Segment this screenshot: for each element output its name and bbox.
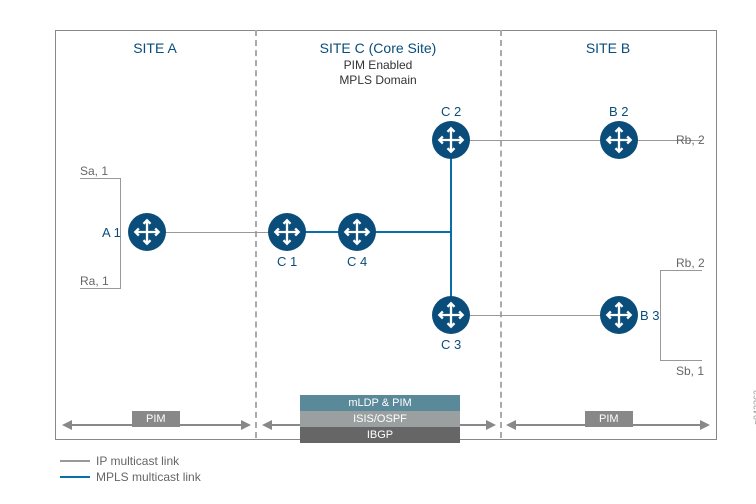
endpoint-sa1: Sa, 1 xyxy=(80,164,108,178)
link-ra1-v xyxy=(120,232,121,289)
protocol-pim-b: PIM xyxy=(585,411,633,427)
link-sa1-v xyxy=(120,178,121,232)
legend-mpls-swatch xyxy=(60,476,90,478)
protocol-ibgp: IBGP xyxy=(300,427,460,443)
protocol-stack: mLDP & PIM ISIS/OSPF IBGP xyxy=(300,395,460,443)
site-c-sub2: MPLS Domain xyxy=(262,73,494,87)
link-c4-junction xyxy=(370,231,452,233)
link-c2-c3-vertical xyxy=(450,152,452,302)
link-c2-b2 xyxy=(470,140,602,141)
label-b2: B 2 xyxy=(609,104,629,119)
endpoint-rb2-mid: Rb, 2 xyxy=(676,256,705,270)
site-c-sub1: PIM Enabled xyxy=(262,58,494,72)
endpoint-rb2-top: Rb, 2 xyxy=(676,133,705,147)
legend-ip-label: IP multicast link xyxy=(96,454,179,468)
link-b3-sb1-v xyxy=(660,315,661,360)
site-a-title: SITE A xyxy=(60,40,250,56)
router-b2 xyxy=(600,121,638,159)
router-c4 xyxy=(338,213,376,251)
protocol-pim-a: PIM xyxy=(132,411,180,427)
router-c3 xyxy=(432,296,470,334)
label-c1: C 1 xyxy=(277,254,297,269)
router-b3 xyxy=(600,296,638,334)
legend-ip-swatch xyxy=(60,460,90,462)
divider-cb xyxy=(500,30,502,438)
link-ra1-h xyxy=(80,288,120,289)
link-b3-rb2-h xyxy=(660,270,702,271)
endpoint-ra1: Ra, 1 xyxy=(80,274,109,288)
label-c3: C 3 xyxy=(441,337,461,352)
divider-ac xyxy=(255,30,257,438)
router-c1 xyxy=(268,213,306,251)
protocol-mldp-pim: mLDP & PIM xyxy=(300,395,460,411)
legend: IP multicast link MPLS multicast link xyxy=(60,454,201,486)
figure-id: g042263 xyxy=(752,390,756,425)
label-c4: C 4 xyxy=(347,254,367,269)
label-c2: C 2 xyxy=(441,104,461,119)
link-b3-rb2-v xyxy=(660,270,661,315)
link-b3-sb1-h xyxy=(660,360,702,361)
link-c3-b3 xyxy=(470,315,602,316)
label-b3: B 3 xyxy=(640,308,660,323)
router-a1 xyxy=(128,213,166,251)
link-a1-c1 xyxy=(148,232,278,233)
label-a1: A 1 xyxy=(102,225,121,240)
router-c2 xyxy=(432,121,470,159)
endpoint-sb1: Sb, 1 xyxy=(676,364,704,378)
link-sa1-h xyxy=(80,178,120,179)
site-c-title: SITE C (Core Site) xyxy=(262,40,494,56)
site-b-title: SITE B xyxy=(506,40,710,56)
protocol-isis-ospf: ISIS/OSPF xyxy=(300,411,460,427)
legend-mpls-label: MPLS multicast link xyxy=(96,470,201,484)
